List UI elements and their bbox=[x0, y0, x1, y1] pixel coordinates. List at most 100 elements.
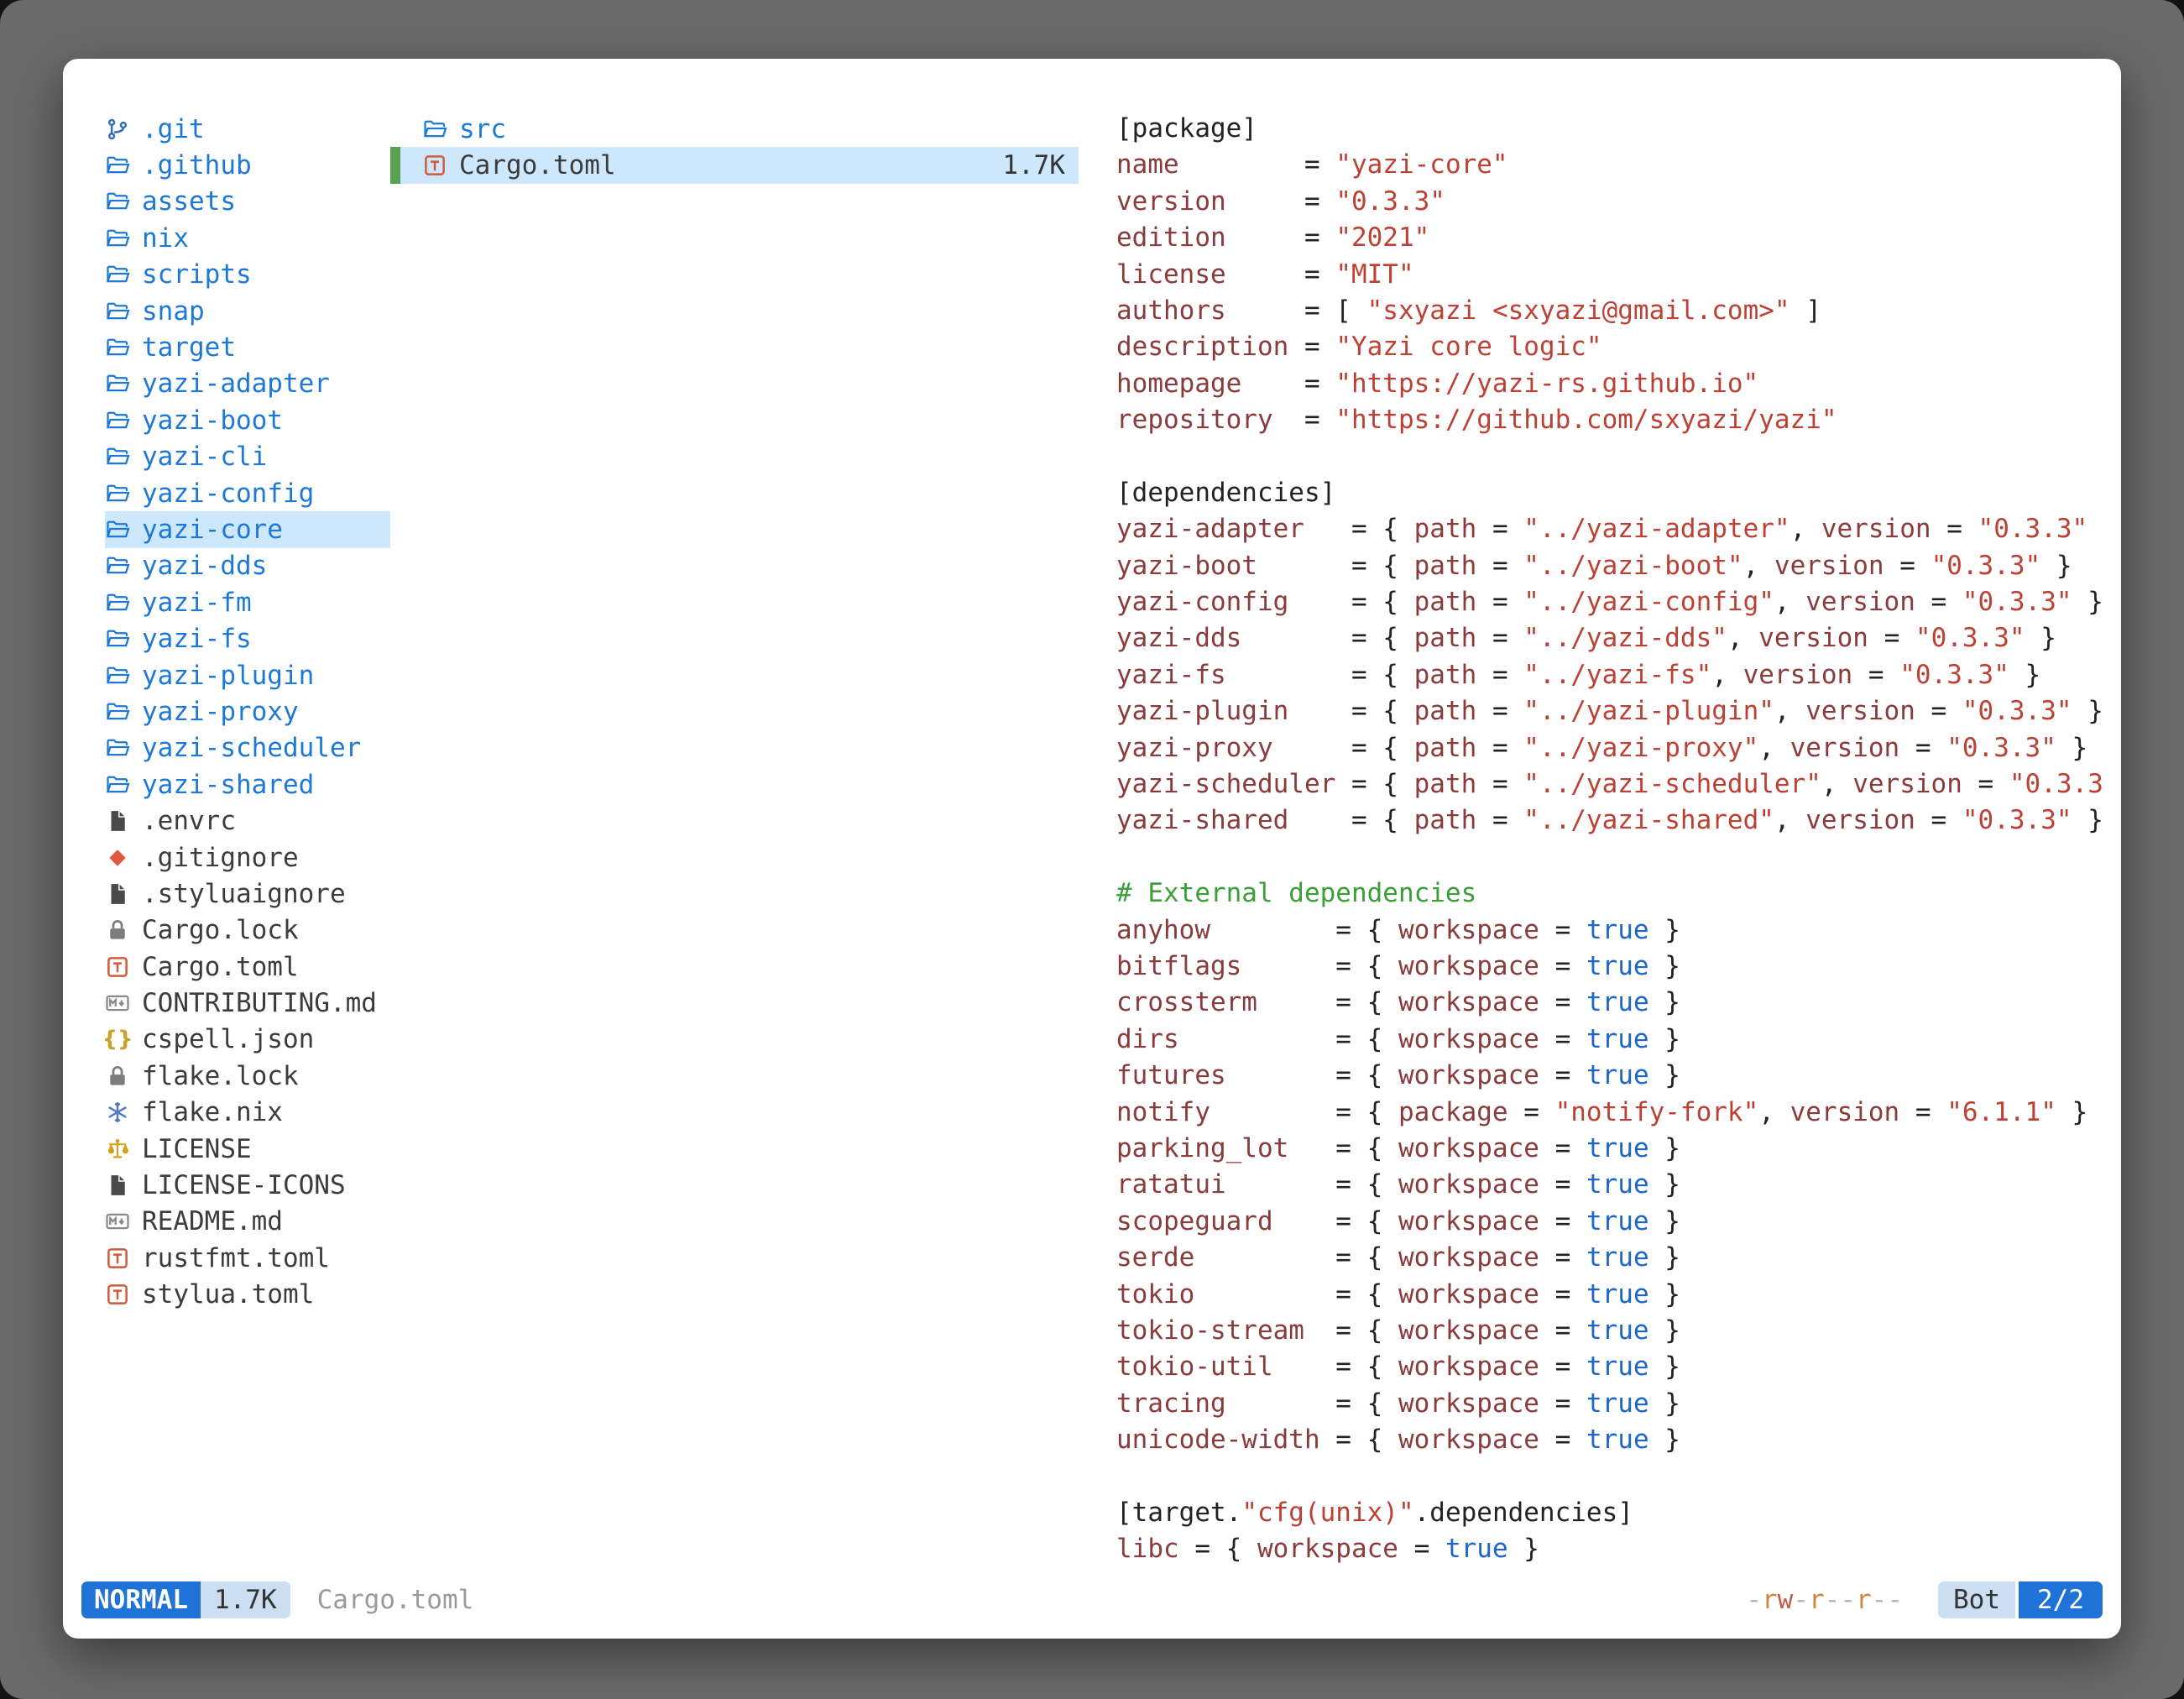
preview-line: yazi-scheduler = { path = "../yazi-sched… bbox=[1116, 766, 2103, 802]
dir-row[interactable]: yazi-shared bbox=[105, 766, 390, 802]
file-row[interactable]: .envrc bbox=[105, 802, 390, 839]
preview-line bbox=[1116, 439, 2103, 475]
folder-open-icon bbox=[105, 226, 130, 251]
entry-name: src bbox=[459, 114, 506, 144]
preview-line: name = "yazi-core" bbox=[1116, 147, 2103, 183]
preview-line: version = "0.3.3" bbox=[1116, 184, 2103, 220]
dir-row[interactable]: scripts bbox=[105, 257, 390, 293]
file-row[interactable]: Cargo.toml bbox=[105, 949, 390, 985]
preview-line: yazi-plugin = { path = "../yazi-plugin",… bbox=[1116, 693, 2103, 729]
dir-row[interactable]: snap bbox=[105, 293, 390, 329]
folder-open-icon bbox=[105, 299, 130, 324]
entry-name: yazi-fs bbox=[142, 624, 252, 654]
dir-row[interactable]: yazi-fs bbox=[105, 620, 390, 656]
file-row[interactable]: stylua.toml bbox=[105, 1277, 390, 1313]
preview-line: yazi-config = { path = "../yazi-config",… bbox=[1116, 584, 2103, 620]
entry-name: stylua.toml bbox=[142, 1279, 314, 1310]
entry-name: Cargo.toml bbox=[142, 952, 299, 982]
entry-name: .styluaignore bbox=[142, 879, 346, 909]
preview-line: yazi-proxy = { path = "../yazi-proxy", v… bbox=[1116, 730, 2103, 766]
entry-name: cspell.json bbox=[142, 1024, 314, 1054]
dir-row[interactable]: .github bbox=[105, 147, 390, 183]
entry-name: yazi-dds bbox=[142, 551, 267, 581]
entry-name: scripts bbox=[142, 259, 252, 290]
entry-name: Cargo.lock bbox=[142, 915, 299, 945]
dir-row[interactable]: yazi-proxy bbox=[105, 693, 390, 729]
dir-row[interactable]: src bbox=[390, 111, 1079, 147]
folder-open-icon bbox=[105, 408, 130, 433]
entry-name: yazi-proxy bbox=[142, 697, 299, 727]
file-row[interactable]: LICENSE-ICONS bbox=[105, 1167, 390, 1203]
entry-name: snap bbox=[142, 296, 205, 327]
folder-open-icon bbox=[105, 772, 130, 797]
file-row[interactable]: {}cspell.json bbox=[105, 1022, 390, 1058]
file-row[interactable]: rustfmt.toml bbox=[105, 1240, 390, 1276]
mode-indicator: NORMAL bbox=[81, 1581, 201, 1618]
current-directory-pane: srcCargo.toml1.7K bbox=[390, 111, 1079, 1571]
entry-name: yazi-cli bbox=[142, 442, 267, 472]
entry-name: CONTRIBUTING.md bbox=[142, 988, 377, 1018]
entry-name: LICENSE-ICONS bbox=[142, 1170, 346, 1200]
preview-line: yazi-shared = { path = "../yazi-shared",… bbox=[1116, 802, 2103, 839]
git-ignore-icon bbox=[105, 845, 130, 870]
dir-row[interactable]: assets bbox=[105, 184, 390, 220]
file-row[interactable]: Cargo.toml1.7K bbox=[390, 147, 1079, 183]
preview-line: tokio-stream = { workspace = true } bbox=[1116, 1313, 2103, 1349]
preview-line: anyhow = { workspace = true } bbox=[1116, 912, 2103, 949]
preview-line: authors = [ "sxyazi <sxyazi@gmail.com>" … bbox=[1116, 293, 2103, 329]
preview-line: bitflags = { workspace = true } bbox=[1116, 949, 2103, 985]
status-filename: Cargo.toml bbox=[317, 1585, 474, 1615]
file-row[interactable]: .gitignore bbox=[105, 839, 390, 876]
file-row[interactable]: flake.nix bbox=[105, 1095, 390, 1131]
dir-row[interactable]: target bbox=[105, 329, 390, 365]
preview-line: unicode-width = { workspace = true } bbox=[1116, 1422, 2103, 1458]
dir-row[interactable]: yazi-adapter bbox=[105, 366, 390, 402]
folder-open-icon bbox=[105, 699, 130, 724]
entry-name: flake.nix bbox=[142, 1097, 283, 1127]
dir-row[interactable]: .git bbox=[105, 111, 390, 147]
file-preview-pane[interactable]: [package]name = "yazi-core"version = "0.… bbox=[1079, 111, 2103, 1571]
file-row[interactable]: LICENSE bbox=[105, 1131, 390, 1167]
entry-name: yazi-adapter bbox=[142, 369, 330, 399]
file-row[interactable]: README.md bbox=[105, 1204, 390, 1240]
preview-line: notify = { package = "notify-fork", vers… bbox=[1116, 1095, 2103, 1131]
preview-line: [dependencies] bbox=[1116, 475, 2103, 511]
entry-name: LICENSE bbox=[142, 1134, 252, 1164]
entry-size: 1.7K bbox=[1002, 150, 1079, 180]
file-row[interactable]: Cargo.lock bbox=[105, 912, 390, 949]
dir-row[interactable]: yazi-config bbox=[105, 475, 390, 511]
desktop-background: .git.github assetsnixscripts snap target yaz… bbox=[0, 0, 2184, 1699]
preview-line bbox=[1116, 839, 2103, 876]
folder-open-icon bbox=[105, 626, 130, 651]
entry-name: yazi-fm bbox=[142, 588, 252, 618]
file-size-indicator: 1.7K bbox=[201, 1581, 290, 1618]
entry-name: flake.lock bbox=[142, 1061, 299, 1091]
parent-directory-pane: .git.github assetsnixscripts snap target yaz… bbox=[105, 111, 390, 1571]
dir-row[interactable]: yazi-cli bbox=[105, 439, 390, 475]
dir-row[interactable]: yazi-core bbox=[105, 511, 390, 547]
entry-name: .gitignore bbox=[142, 843, 299, 873]
git-branch-icon bbox=[105, 117, 130, 142]
dir-row[interactable]: yazi-plugin bbox=[105, 657, 390, 693]
preview-line: parking_lot = { workspace = true } bbox=[1116, 1131, 2103, 1167]
dir-row[interactable]: yazi-dds bbox=[105, 548, 390, 584]
entry-name: .github bbox=[142, 150, 252, 180]
preview-line: yazi-boot = { path = "../yazi-boot", ver… bbox=[1116, 548, 2103, 584]
folder-open-icon bbox=[105, 553, 130, 578]
cursor-page-indicator: 2/2 bbox=[2019, 1581, 2103, 1618]
dir-row[interactable]: nix bbox=[105, 220, 390, 256]
nix-snowflake-icon bbox=[105, 1100, 130, 1125]
dir-row[interactable]: yazi-boot bbox=[105, 402, 390, 438]
markdown-icon bbox=[105, 1209, 130, 1234]
panes-container: .git.github assetsnixscripts snap target yaz… bbox=[81, 111, 2103, 1571]
entry-name: target bbox=[142, 332, 236, 363]
preview-line: dirs = { workspace = true } bbox=[1116, 1022, 2103, 1058]
file-row[interactable]: .styluaignore bbox=[105, 876, 390, 912]
file-row[interactable]: CONTRIBUTING.md bbox=[105, 985, 390, 1021]
preview-line: futures = { workspace = true } bbox=[1116, 1058, 2103, 1094]
dir-row[interactable]: yazi-fm bbox=[105, 584, 390, 620]
dir-row[interactable]: yazi-scheduler bbox=[105, 730, 390, 766]
file-row[interactable]: flake.lock bbox=[105, 1058, 390, 1094]
preview-line: tokio-util = { workspace = true } bbox=[1116, 1349, 2103, 1385]
scroll-position-indicator: Bot bbox=[1938, 1581, 2015, 1618]
